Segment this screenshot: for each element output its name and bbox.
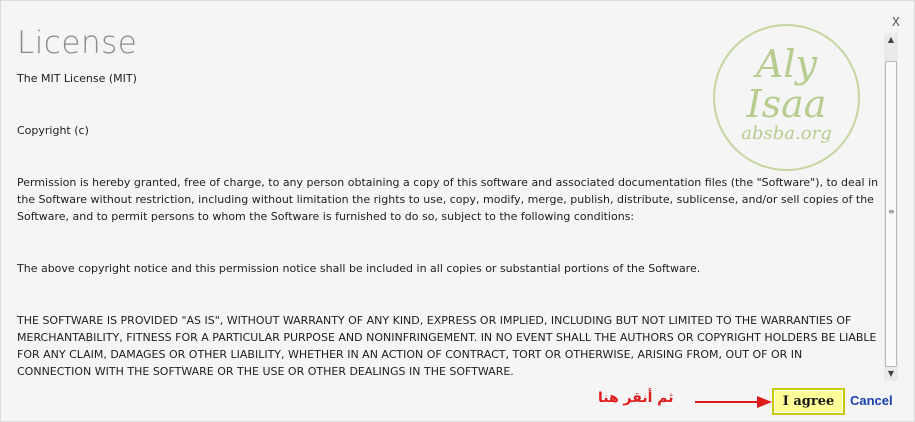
scroll-thumb[interactable]: ≡ [885, 61, 897, 367]
vertical-scrollbar[interactable]: ▲ ≡ ▼ [884, 33, 898, 381]
scroll-up-arrow-icon[interactable]: ▲ [884, 33, 898, 47]
close-button[interactable]: X [892, 15, 900, 29]
warranty-paragraph: THE SOFTWARE IS PROVIDED "AS IS", WITHOU… [17, 314, 877, 378]
cancel-button[interactable]: Cancel [850, 393, 893, 408]
license-content: License The MIT License (MIT) Copyright … [17, 23, 879, 383]
page-title: License [17, 25, 138, 61]
scroll-grip-icon: ≡ [888, 207, 895, 216]
notice-paragraph: The above copyright notice and this perm… [17, 262, 701, 275]
instruction-annotation: ثم أنقر هنا [598, 390, 674, 406]
agree-button[interactable]: I agree [772, 388, 845, 415]
scroll-down-arrow-icon[interactable]: ▼ [884, 367, 898, 381]
license-dialog: X License The MIT License (MIT) Copyrigh… [0, 0, 915, 422]
permission-paragraph: Permission is hereby granted, free of ch… [17, 176, 879, 223]
license-name: The MIT License (MIT) [17, 72, 137, 85]
copyright-line: Copyright (c) [17, 124, 89, 137]
arrow-right-icon [695, 396, 772, 408]
